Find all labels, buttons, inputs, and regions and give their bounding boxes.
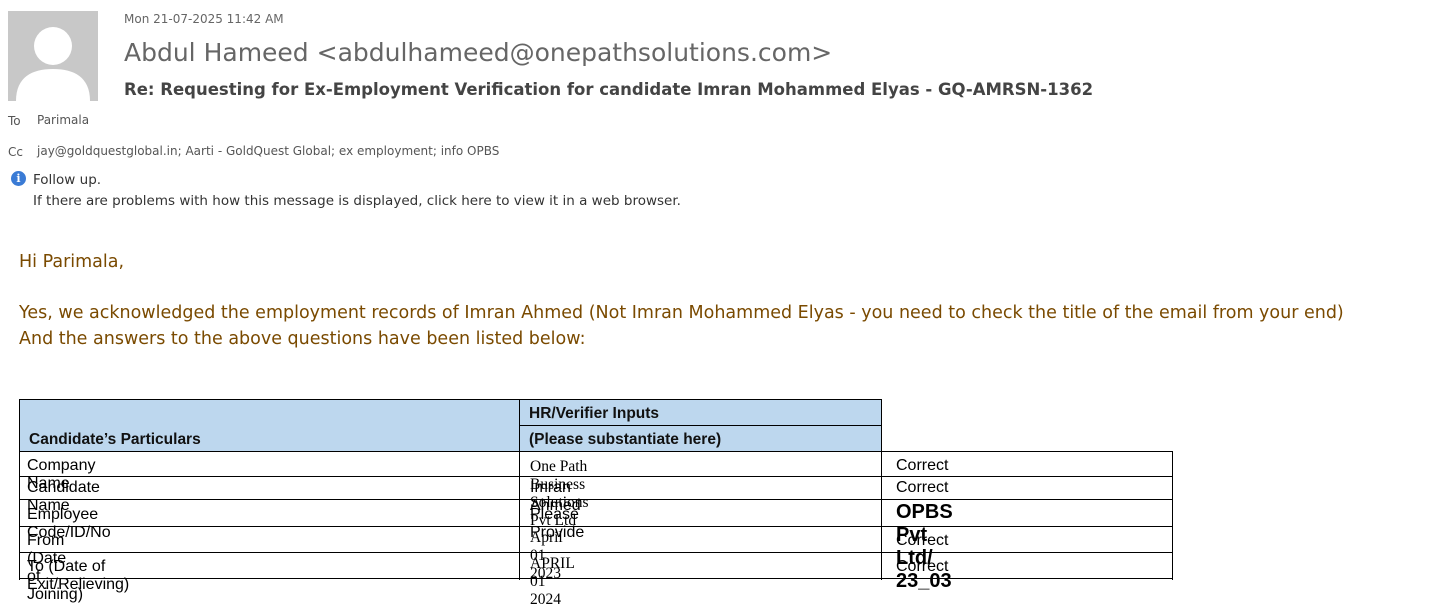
grid-line xyxy=(19,451,1173,452)
header-cell-particulars: Candidate’s Particulars xyxy=(19,399,519,451)
header-cell-substantiate: (Please substantiate here) xyxy=(519,425,881,451)
sender-avatar xyxy=(8,11,98,101)
table-cell-status: Correct xyxy=(896,558,949,575)
web-browser-notice[interactable]: If there are problems with how this mess… xyxy=(33,193,681,209)
grid-line xyxy=(19,552,1173,553)
grid-line xyxy=(19,399,882,400)
grid-line xyxy=(19,499,1173,500)
grid-line xyxy=(19,526,1173,527)
body-line-1: Yes, we acknowledged the employment reco… xyxy=(19,303,1344,323)
header-particulars-label: Candidate’s Particulars xyxy=(29,431,201,448)
table-cell-input: APRIL 01 2024 xyxy=(530,555,575,608)
header-hr-label: HR/Verifier Inputs xyxy=(529,405,660,422)
table-cell-status: Correct xyxy=(896,479,949,496)
cc-recipients[interactable]: jay@goldquestglobal.in; Aarti - GoldQues… xyxy=(37,144,499,158)
table-cell-status: Correct xyxy=(896,457,949,474)
follow-up-flag: Follow up. xyxy=(33,172,102,188)
info-icon: i xyxy=(11,171,26,186)
to-label: To xyxy=(8,114,21,128)
cc-label: Cc xyxy=(8,145,23,159)
table-cell-status: Correct xyxy=(896,532,949,549)
grid-line xyxy=(19,476,1173,477)
to-recipient[interactable]: Parimala xyxy=(37,113,89,127)
table-cell-particular: To (Date of Exit/Relieving) xyxy=(27,558,130,593)
person-silhouette-icon xyxy=(16,27,90,101)
grid-line xyxy=(1172,451,1173,580)
body-line-2: And the answers to the above questions h… xyxy=(19,329,586,349)
greeting: Hi Parimala, xyxy=(19,252,125,272)
email-subject: Re: Requesting for Ex-Employment Verific… xyxy=(124,80,1094,99)
grid-line xyxy=(519,425,882,426)
sent-date: Mon 21-07-2025 11:42 AM xyxy=(124,12,284,26)
header-substantiate-label: (Please substantiate here) xyxy=(529,431,722,448)
header-cell-hr-inputs: HR/Verifier Inputs xyxy=(519,399,881,425)
sender-name[interactable]: Abdul Hameed <abdulhameed@onepathsolutio… xyxy=(124,38,832,67)
grid-line xyxy=(19,578,1173,579)
